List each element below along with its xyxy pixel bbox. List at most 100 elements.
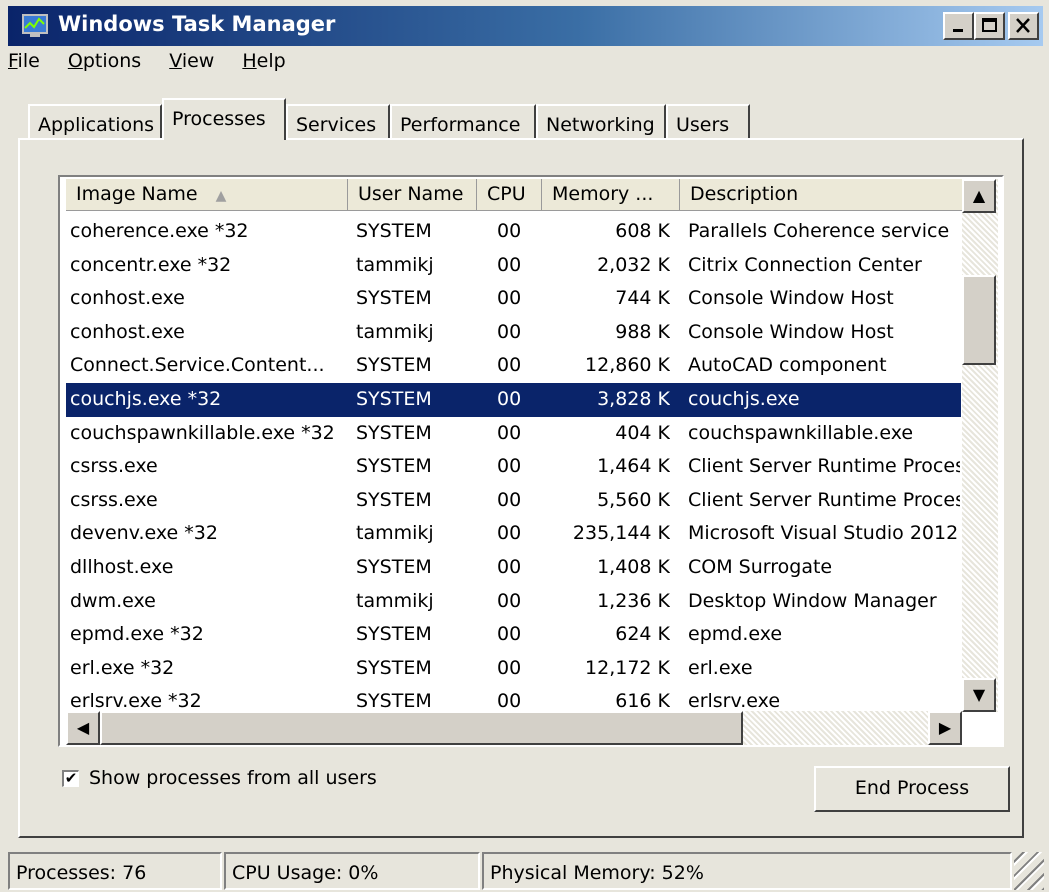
- cell-description: Citrix Connection Center: [688, 253, 922, 276]
- table-row[interactable]: couchspawnkillable.exe *32 SYSTEM 00 404 K c…: [66, 417, 961, 451]
- table-row[interactable]: concentr.exe *32 tammikj 00 2,032 K Citrix C…: [66, 249, 961, 283]
- vertical-scroll-thumb[interactable]: [962, 275, 996, 365]
- horizontal-scrollbar[interactable]: ◀ ▶: [66, 711, 962, 745]
- cell-memory: 12,172 K: [585, 656, 670, 679]
- table-row[interactable]: dwm.exe tammikj 00 1,236 K Desktop Window Ma…: [66, 585, 961, 619]
- column-image-name[interactable]: Image Name ▲: [66, 179, 348, 211]
- cell-description: Client Server Runtime Process: [688, 455, 960, 478]
- task-manager-icon: [22, 14, 48, 38]
- table-row[interactable]: couchjs.exe *32 SYSTEM 00 3,828 K couchjs.ex…: [66, 383, 961, 417]
- cell-description: Parallels Coherence service: [688, 220, 950, 242]
- resize-grip[interactable]: [1014, 852, 1044, 890]
- process-list[interactable]: Image Name ▲ User Name CPU Memory ... De…: [58, 175, 1004, 747]
- table-row[interactable]: csrss.exe SYSTEM 00 5,560 K Client Server Ru…: [66, 484, 961, 518]
- menu-view[interactable]: View: [169, 50, 214, 72]
- cell-image-name: erl.exe *32: [70, 656, 175, 679]
- menu-help[interactable]: Help: [242, 50, 285, 72]
- cell-cpu: 00: [497, 488, 522, 511]
- table-row[interactable]: devenv.exe *32 tammikj 00 235,144 K Microsof…: [66, 517, 961, 551]
- cell-memory: 1,408 K: [597, 556, 670, 578]
- task-manager-window: Windows Task Manager File Options View H…: [0, 0, 1049, 892]
- tab-users[interactable]: Users: [666, 104, 750, 140]
- maximize-button[interactable]: [974, 12, 1005, 40]
- cell-image-name: dwm.exe: [70, 589, 156, 612]
- cell-user-name: SYSTEM: [356, 388, 432, 410]
- column-memory[interactable]: Memory ...: [542, 179, 680, 211]
- cell-cpu: 00: [497, 623, 522, 646]
- column-description[interactable]: Description: [680, 179, 970, 211]
- cell-user-name: SYSTEM: [356, 488, 432, 511]
- minimize-button[interactable]: [943, 12, 974, 40]
- status-physical-memory: Physical Memory: 52%: [482, 852, 1012, 890]
- menu-bar: File Options View Help: [8, 50, 308, 84]
- cell-cpu: 00: [497, 354, 522, 377]
- cell-description: couchspawnkillable.exe: [688, 421, 914, 444]
- tab-services[interactable]: Services: [286, 104, 390, 140]
- menu-options[interactable]: Options: [68, 50, 141, 72]
- status-cpu-usage: CPU Usage: 0%: [224, 852, 480, 890]
- table-row[interactable]: conhost.exe tammikj 00 988 K Console Window …: [66, 316, 961, 350]
- column-cpu[interactable]: CPU: [477, 179, 542, 211]
- table-row[interactable]: erl.exe *32 SYSTEM 00 12,172 K erl.exe: [66, 652, 961, 686]
- table-row[interactable]: csrss.exe SYSTEM 00 1,464 K Client Server Ru…: [66, 450, 961, 484]
- cell-memory: 1,236 K: [597, 589, 670, 612]
- cell-description: Console Window Host: [688, 320, 894, 343]
- cell-memory: 3,828 K: [597, 388, 670, 410]
- show-all-users-option[interactable]: ✔ Show processes from all users: [62, 767, 377, 789]
- tab-applications[interactable]: Applications: [28, 104, 162, 140]
- cell-memory: 2,032 K: [597, 253, 670, 276]
- status-processes: Processes: 76: [8, 852, 222, 890]
- show-all-users-checkbox[interactable]: ✔: [62, 770, 79, 787]
- menu-file[interactable]: File: [8, 50, 40, 72]
- table-row[interactable]: epmd.exe *32 SYSTEM 00 624 K epmd.exe: [66, 618, 961, 652]
- scroll-left-button[interactable]: ◀: [66, 711, 100, 745]
- tab-performance[interactable]: Performance: [390, 104, 536, 140]
- cell-cpu: 00: [497, 320, 522, 343]
- cell-user-name: tammikj: [356, 320, 434, 343]
- cell-memory: 235,144 K: [572, 522, 670, 545]
- cell-memory: 404 K: [615, 421, 670, 444]
- close-button[interactable]: [1008, 12, 1039, 40]
- cell-description: couchjs.exe: [688, 388, 800, 410]
- cell-image-name: concentr.exe *32: [70, 253, 232, 276]
- cell-memory: 5,560 K: [597, 488, 670, 511]
- cell-description: epmd.exe: [688, 623, 783, 646]
- cell-user-name: SYSTEM: [356, 455, 432, 478]
- cell-cpu: 00: [497, 388, 522, 410]
- cell-cpu: 00: [497, 589, 522, 612]
- tab-networking[interactable]: Networking: [536, 104, 666, 140]
- cell-image-name: conhost.exe: [70, 287, 185, 310]
- cell-description: Client Server Runtime Process: [688, 488, 960, 511]
- cell-user-name: SYSTEM: [356, 656, 432, 679]
- cell-user-name: SYSTEM: [356, 220, 432, 242]
- cell-description: Microsoft Visual Studio 2012: [688, 522, 959, 545]
- column-user-name[interactable]: User Name: [348, 179, 477, 211]
- cell-user-name: SYSTEM: [356, 623, 432, 646]
- cell-user-name: SYSTEM: [356, 556, 432, 578]
- table-row[interactable]: Connect.Service.Content... SYSTEM 00 12,860…: [66, 349, 961, 383]
- cell-cpu: 00: [497, 421, 522, 444]
- title-bar[interactable]: Windows Task Manager: [8, 6, 1043, 46]
- scroll-up-button[interactable]: ▲: [962, 179, 996, 213]
- processes-panel: Image Name ▲ User Name CPU Memory ... De…: [18, 138, 1024, 838]
- cell-description: Console Window Host: [688, 287, 894, 310]
- sort-ascending-icon: ▲: [215, 188, 227, 204]
- cell-memory: 624 K: [615, 623, 670, 646]
- scroll-down-button[interactable]: ▼: [962, 678, 996, 712]
- cell-memory: 1,464 K: [597, 455, 670, 478]
- horizontal-scroll-thumb[interactable]: [100, 711, 743, 745]
- cell-memory: 608 K: [615, 220, 670, 242]
- vertical-scrollbar[interactable]: ▲ ▼: [962, 179, 998, 712]
- cell-description: Desktop Window Manager: [688, 589, 937, 612]
- cell-cpu: 00: [497, 656, 522, 679]
- table-row[interactable]: conhost.exe SYSTEM 00 744 K Console Window H…: [66, 282, 961, 316]
- cell-description: erl.exe: [688, 656, 753, 679]
- table-row[interactable]: coherence.exe *32 SYSTEM 00 608 K Parallels …: [66, 215, 961, 249]
- tab-processes[interactable]: Processes: [162, 98, 286, 140]
- cell-memory: 744 K: [615, 287, 670, 310]
- table-row[interactable]: dllhost.exe SYSTEM 00 1,408 K COM Surrogate: [66, 551, 961, 585]
- cell-image-name: couchspawnkillable.exe *32: [70, 421, 335, 444]
- scroll-right-button[interactable]: ▶: [928, 711, 962, 745]
- cell-cpu: 00: [497, 287, 522, 310]
- end-process-button[interactable]: End Process: [814, 766, 1010, 812]
